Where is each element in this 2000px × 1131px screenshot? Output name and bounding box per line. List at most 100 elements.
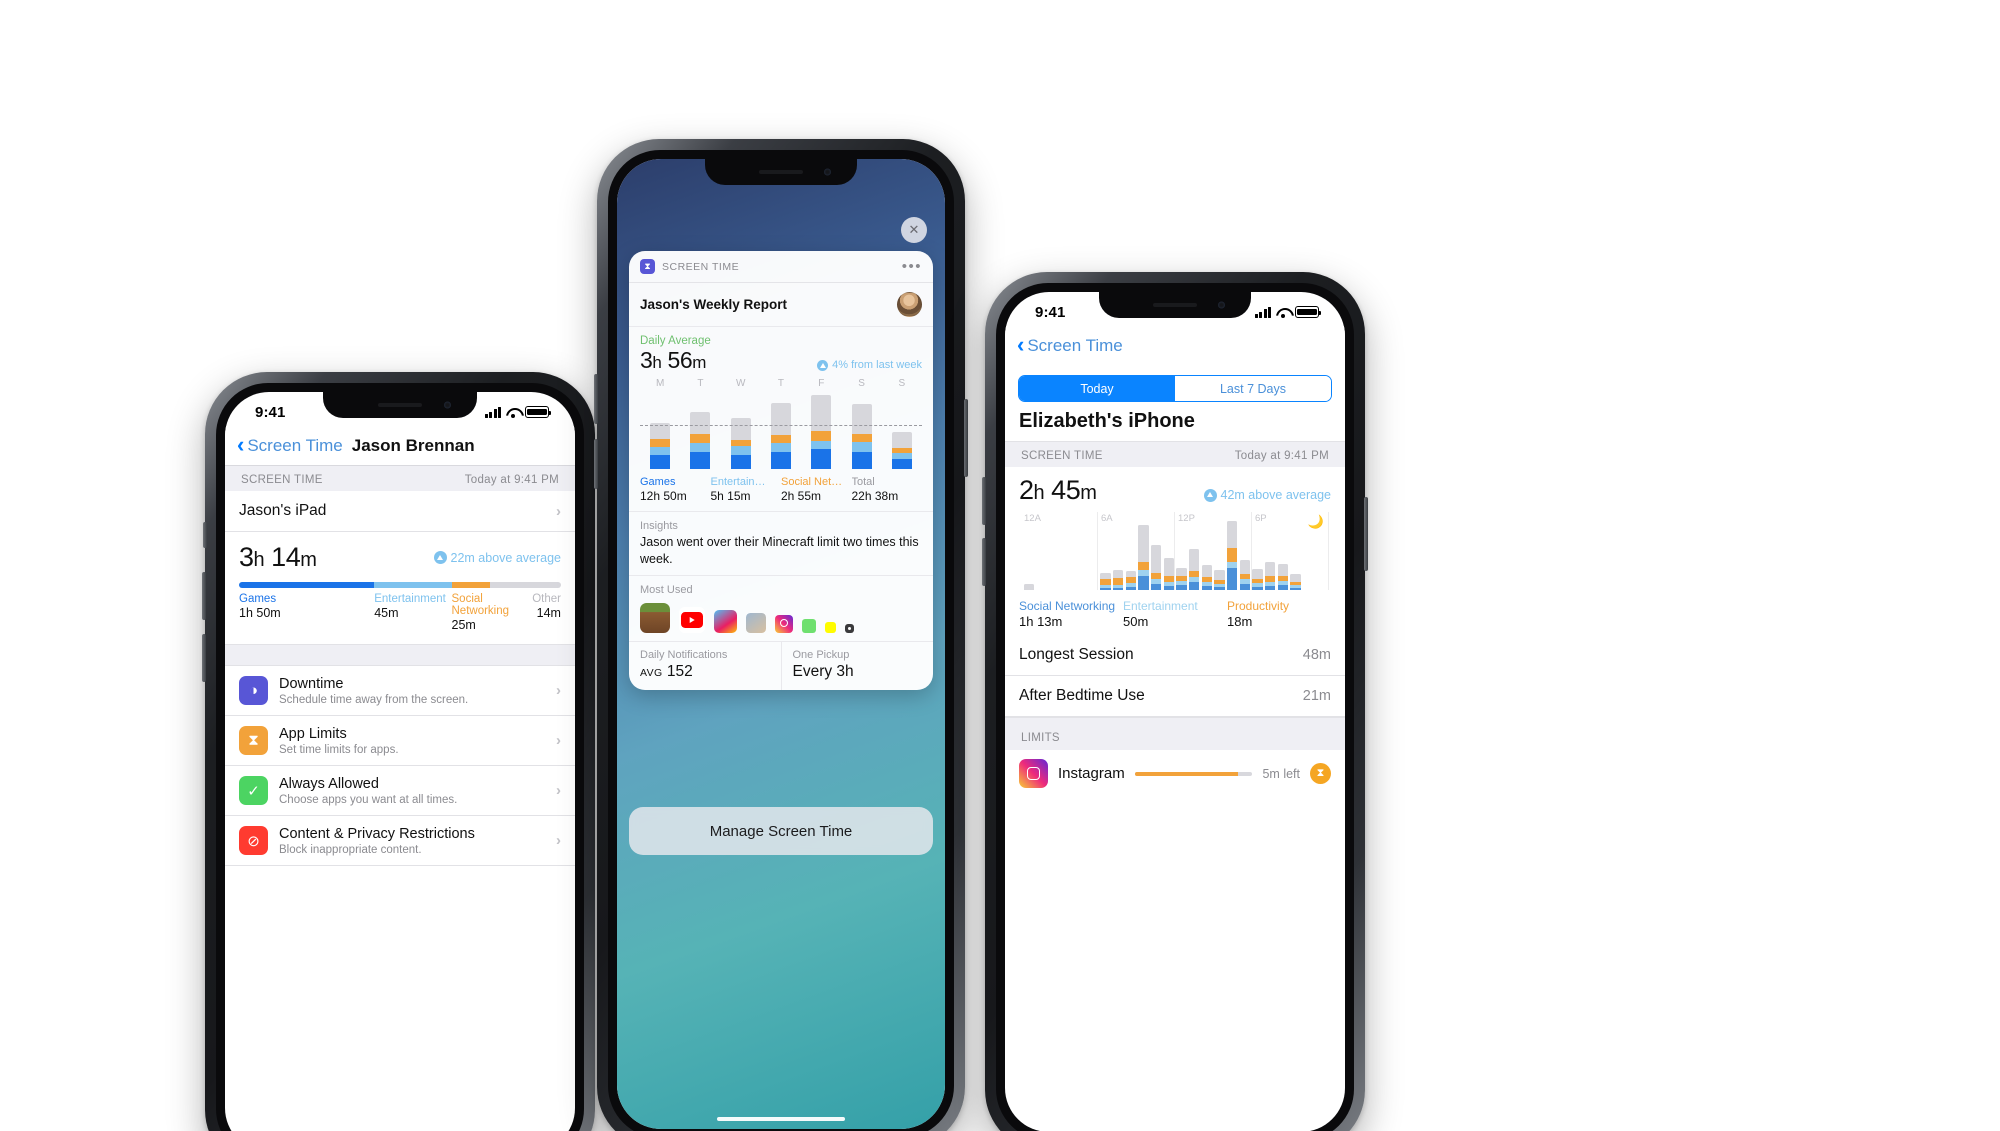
hour-bar: [1214, 569, 1225, 590]
youtube-app-icon[interactable]: [679, 607, 705, 633]
footer-stat-value: Every 3h: [792, 663, 854, 680]
most-used-label: Most Used: [640, 584, 693, 596]
right-phone-volume-down[interactable]: [982, 538, 986, 586]
chevron-left-icon[interactable]: ‹: [237, 433, 244, 456]
chart-legend-item: Total 22h 38m: [852, 476, 923, 503]
limits-header: LIMITS: [1005, 717, 1345, 750]
bar-segment-other: [1163, 557, 1174, 576]
bar-segment-games: [851, 451, 872, 469]
right-phone-volume-up[interactable]: [982, 477, 986, 525]
hour-bar: [1239, 559, 1250, 590]
left-phone-silent-switch[interactable]: [203, 522, 207, 548]
stat-label: After Bedtime Use: [1019, 687, 1145, 704]
center-phone-volume-up[interactable]: [594, 374, 598, 424]
chevron-left-icon[interactable]: ‹: [1017, 334, 1024, 356]
minutes-unit: m: [1080, 482, 1097, 504]
candy-crush-app-icon[interactable]: [714, 610, 737, 633]
bar-segment-social-networking: [1290, 587, 1301, 590]
messages-app-icon[interactable]: [802, 619, 816, 633]
nav-back-label[interactable]: Screen Time: [247, 436, 342, 456]
close-icon[interactable]: ✕: [901, 217, 927, 243]
right-phone-notch: [1099, 292, 1251, 318]
footer-stat-label: Daily Notifications: [640, 649, 728, 661]
section-header-date: Today at 9:41 PM: [464, 474, 559, 486]
settings-row[interactable]: ✓ Always Allowed Choose apps you want at a…: [225, 766, 575, 816]
nav-back-label[interactable]: Screen Time: [1027, 336, 1122, 356]
stat-row[interactable]: After Bedtime Use 21m: [1005, 676, 1345, 717]
chart-column: [640, 391, 680, 469]
footer-stat-value: AVG 152: [640, 663, 693, 680]
moon-clock-icon: ◑: [239, 676, 268, 705]
check-circle-icon: ✓: [239, 776, 268, 805]
earpiece-speaker: [759, 170, 803, 174]
bar-segment-social-networking: [1214, 586, 1225, 590]
week-delta: 4% from last week: [817, 359, 922, 371]
left-phone-device: 9:41 ‹ Screen Time Jason Brennan SCREEN …: [202, 372, 595, 1131]
weekday-label: S: [898, 378, 906, 389]
total-hours: 3: [239, 542, 254, 572]
stacked-bar-segment: [490, 582, 561, 588]
bar-segment-social-networking: [1201, 585, 1212, 590]
left-phone-screen: 9:41 ‹ Screen Time Jason Brennan SCREEN …: [225, 392, 575, 1131]
stacked-bar-segment: [239, 582, 375, 588]
bar-segment-entertainment: [851, 441, 872, 452]
left-phone-volume-up[interactable]: [202, 572, 206, 620]
stat-row[interactable]: Longest Session 48m: [1005, 635, 1345, 676]
hourly-usage-chart: 12A 6A 12P 6P 🌙: [1021, 512, 1329, 590]
minecraft-app-icon[interactable]: [640, 603, 670, 633]
device-cell[interactable]: Jason's iPad ›: [225, 491, 575, 532]
time-range-segmented-control[interactable]: Today Last 7 Days: [1018, 375, 1332, 402]
camera-app-icon[interactable]: [845, 624, 854, 633]
hours-unit: h: [1033, 482, 1045, 504]
device-name: Jason's iPad: [239, 502, 327, 519]
chart-legend-item: Entertain… 5h 15m: [711, 476, 782, 503]
hour-bar: [1188, 548, 1200, 590]
segment-today[interactable]: Today: [1019, 376, 1175, 401]
bar-segment-entertainment: [690, 443, 711, 452]
settings-row[interactable]: ⊘ Content & Privacy Restrictions Block ina…: [225, 816, 575, 866]
chart-column: [680, 391, 720, 469]
left-section-header: SCREEN TIME Today at 9:41 PM: [225, 466, 575, 491]
ellipsis-icon[interactable]: •••: [902, 259, 922, 274]
screen-time-notification-card[interactable]: ⧗ SCREEN TIME ••• Jason's Weekly Report …: [629, 251, 933, 690]
bar-segment-other: [891, 431, 912, 448]
left-phone-volume-down[interactable]: [202, 634, 206, 682]
center-phone-volume-down[interactable]: [594, 439, 598, 489]
manage-screen-time-button[interactable]: Manage Screen Time: [629, 807, 933, 855]
battery-icon: [1295, 306, 1322, 318]
legend-label: Entertainment: [374, 593, 446, 605]
hour-bar: [1112, 569, 1124, 590]
bar-segment-social-networking: [851, 433, 872, 442]
bar-segment-social-networking: [1264, 585, 1276, 590]
settings-row[interactable]: ◑ Downtime Schedule time away from the scr…: [225, 666, 575, 716]
chart-legend-value: 5h 15m: [710, 489, 751, 503]
bar-segment-other: [770, 402, 791, 435]
snapchat-app-icon[interactable]: [825, 622, 836, 633]
right-phone-power-button[interactable]: [1364, 497, 1368, 571]
limit-row[interactable]: Instagram 5m left ⧗: [1005, 750, 1345, 797]
bar-segment-games: [690, 451, 711, 469]
right-content: ‹ Screen Time Today Last 7 Days Elizabeth…: [1005, 292, 1345, 797]
center-phone-power-button[interactable]: [964, 399, 968, 477]
bar-segment-other: [1112, 569, 1124, 578]
bar-segment-other: [1277, 563, 1288, 576]
settings-row[interactable]: ⧗ App Limits Set time limits for apps. ›: [225, 716, 575, 766]
section-header-label: SCREEN TIME: [1021, 450, 1103, 462]
bar-segment-games: [811, 449, 832, 469]
most-used-section: Most Used: [629, 576, 933, 642]
bar-segment-other: [1188, 548, 1200, 571]
earpiece-speaker: [1153, 303, 1197, 307]
footer-stat: Daily Notifications AVG 152: [629, 642, 781, 690]
status-indicators: [484, 406, 552, 418]
photos-app-icon[interactable]: [746, 613, 766, 633]
most-used-app-icons: [640, 603, 922, 633]
home-indicator[interactable]: [717, 1116, 845, 1121]
segment-last-7-days[interactable]: Last 7 Days: [1175, 376, 1331, 401]
category-legend-item: Entertainment 50m: [1123, 599, 1227, 629]
arrow-up-circle-icon: [433, 551, 447, 564]
bar-segment-social-networking: [1188, 581, 1200, 590]
chart-column: [841, 391, 881, 469]
instagram-app-icon[interactable]: [775, 615, 793, 633]
legend-label: Other: [532, 593, 561, 605]
chart-column: [882, 391, 922, 469]
